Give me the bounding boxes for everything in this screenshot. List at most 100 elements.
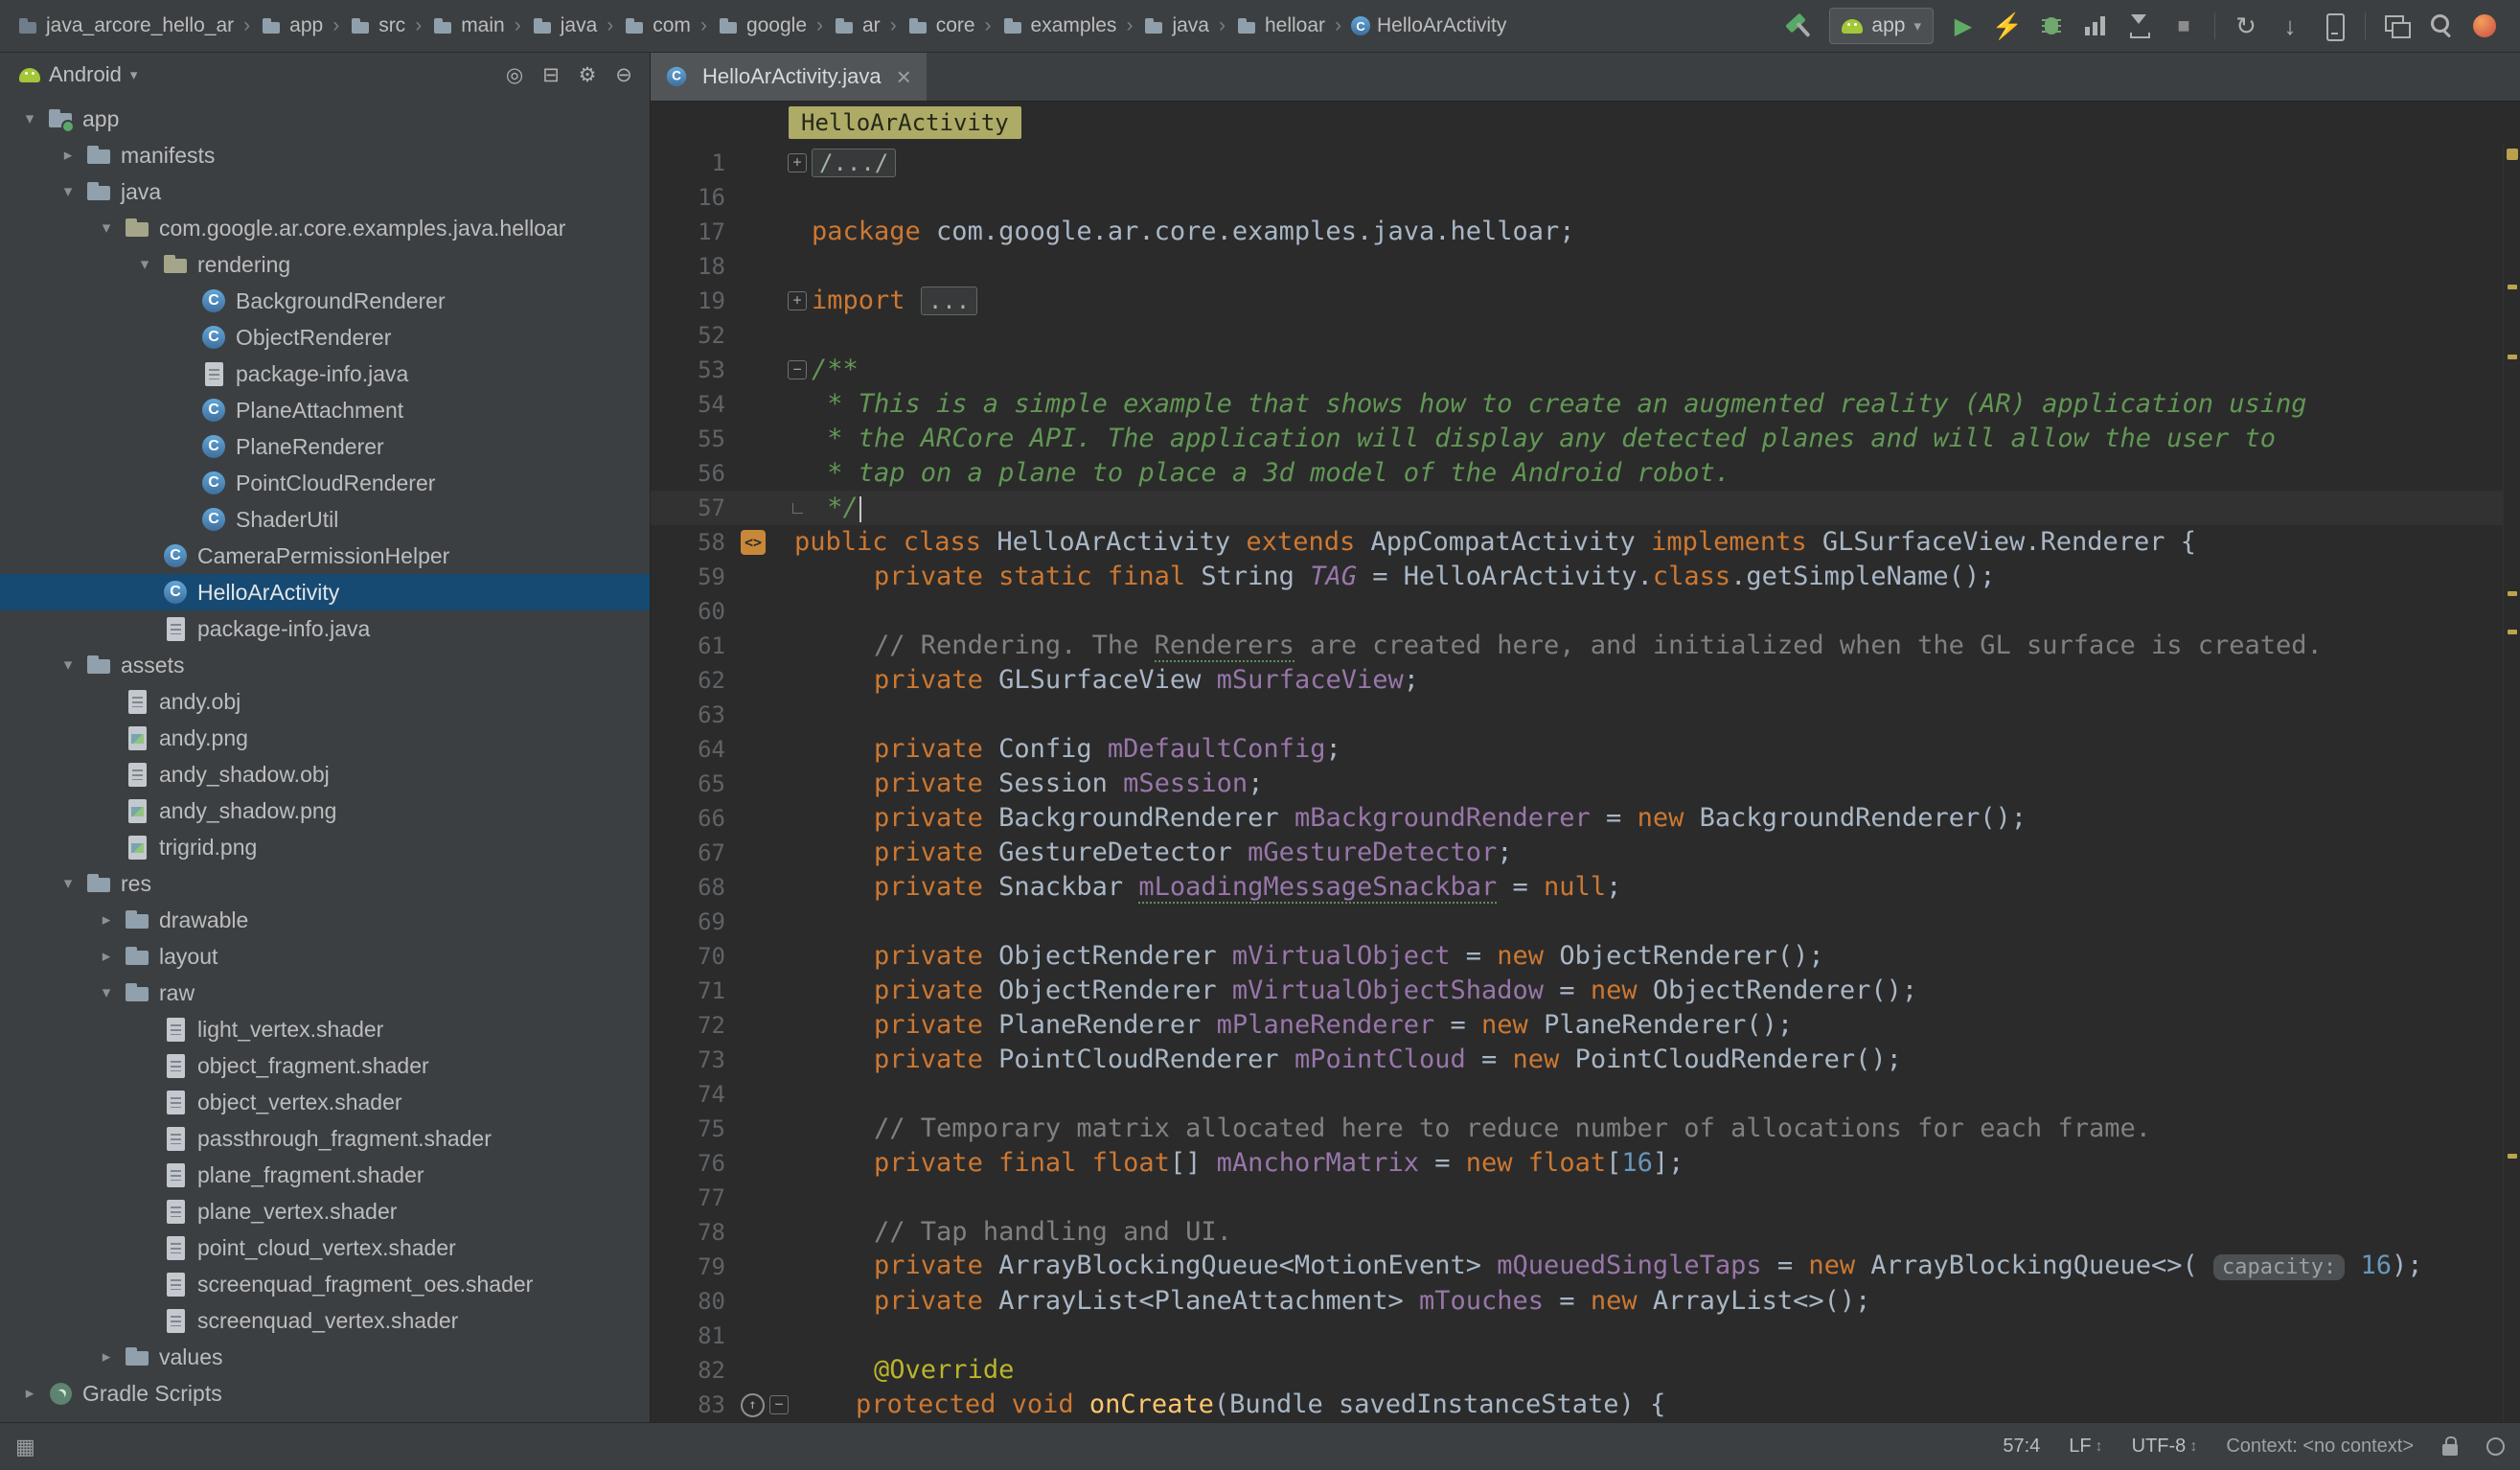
line-number[interactable]: 63	[651, 698, 741, 732]
line-number[interactable]: 74	[651, 1077, 741, 1112]
tree-item-andy.obj[interactable]: andy.obj	[0, 683, 650, 720]
line-number[interactable]: 62	[651, 663, 741, 698]
tree-item-andy_shadow.obj[interactable]: andy_shadow.obj	[0, 756, 650, 792]
tree-item-java[interactable]: ▾java	[0, 173, 650, 210]
breadcrumb-item-src[interactable]: src	[346, 12, 408, 39]
line-number[interactable]: 53	[651, 353, 741, 387]
warning-stripe-mark[interactable]	[2508, 285, 2517, 289]
event-log-icon[interactable]	[2486, 1437, 2505, 1456]
warning-stripe-mark[interactable]	[2508, 591, 2517, 596]
line-number[interactable]: 19	[651, 284, 741, 318]
tree-item-screenquad_vertex.shader[interactable]: screenquad_vertex.shader	[0, 1302, 650, 1339]
sync-icon[interactable]: ↻	[2224, 7, 2268, 45]
line-number[interactable]: 69	[651, 905, 741, 939]
chevron-collapsed-icon[interactable]: ▸	[92, 1347, 121, 1367]
context-widget[interactable]: Context: <no context>	[2226, 1436, 2414, 1458]
line-number[interactable]: 72	[651, 1008, 741, 1043]
tree-item-point_cloud_vertex.shader[interactable]: point_cloud_vertex.shader	[0, 1229, 650, 1266]
settings-gear-icon[interactable]: ⚙	[571, 58, 604, 91]
tree-item-layout[interactable]: ▸layout	[0, 938, 650, 975]
chevron-expanded-icon[interactable]: ▾	[54, 655, 82, 675]
line-number[interactable]: 81	[651, 1319, 741, 1353]
tree-item-res[interactable]: ▾res	[0, 865, 650, 902]
android-component-gutter-icon[interactable]: <>	[741, 530, 766, 555]
line-number[interactable]: 16	[651, 180, 741, 215]
close-icon[interactable]: ×	[897, 62, 911, 92]
chevron-expanded-icon[interactable]: ▾	[130, 255, 159, 274]
line-number[interactable]: 65	[651, 767, 741, 801]
breadcrumb-item-java[interactable]: java	[528, 12, 601, 39]
line-number[interactable]: 54	[651, 387, 741, 422]
tree-item-passthrough_fragment.shader[interactable]: passthrough_fragment.shader	[0, 1120, 650, 1157]
error-stripe[interactable]	[2503, 144, 2520, 1422]
tree-item-ObjectRenderer[interactable]: ObjectRenderer	[0, 319, 650, 356]
tree-item-package-info.java[interactable]: package-info.java	[0, 356, 650, 392]
tree-item-assets[interactable]: ▾assets	[0, 647, 650, 683]
search-icon[interactable]	[2418, 7, 2463, 45]
tree-item-HelloArActivity[interactable]: HelloArActivity	[0, 574, 650, 610]
breadcrumb-item-java[interactable]: java	[1139, 12, 1212, 39]
line-separator-widget[interactable]: LF ↕	[2069, 1436, 2102, 1458]
breadcrumb-item-app[interactable]: app	[257, 12, 326, 39]
line-number[interactable]: 17	[651, 215, 741, 249]
breadcrumb-item-core[interactable]: core	[904, 12, 978, 39]
line-number[interactable]: 83	[651, 1388, 741, 1422]
sdk-manager-icon[interactable]: ↓	[2268, 7, 2312, 45]
breadcrumb-item-java_arcore_hello_ar[interactable]: java_arcore_hello_ar	[13, 12, 237, 39]
line-number[interactable]: 76	[651, 1146, 741, 1181]
fold-marker[interactable]	[783, 503, 812, 514]
line-number[interactable]: 68	[651, 870, 741, 905]
tree-item-ShaderUtil[interactable]: ShaderUtil	[0, 501, 650, 538]
line-number[interactable]: 67	[651, 836, 741, 870]
fold-expand-icon[interactable]: +	[788, 291, 807, 310]
install-icon[interactable]	[2118, 7, 2162, 45]
line-number[interactable]: 55	[651, 422, 741, 456]
run-configuration-select[interactable]: app▾	[1829, 8, 1934, 44]
fold-marker[interactable]: +	[783, 153, 812, 172]
tree-item-PointCloudRenderer[interactable]: PointCloudRenderer	[0, 465, 650, 501]
fold-marker[interactable]: +	[783, 291, 812, 310]
line-number[interactable]: 66	[651, 801, 741, 836]
chevron-expanded-icon[interactable]: ▾	[92, 218, 121, 238]
collapse-all-icon[interactable]: ⊟	[535, 58, 567, 91]
indicator-stripe-mark[interactable]	[2507, 149, 2518, 160]
line-number[interactable]: 60	[651, 594, 741, 629]
line-number[interactable]: 52	[651, 318, 741, 353]
assistant-icon[interactable]	[2463, 7, 2507, 45]
breadcrumb-current-element[interactable]: HelloArActivity	[789, 106, 1021, 139]
tree-item-light_vertex.shader[interactable]: light_vertex.shader	[0, 1011, 650, 1047]
line-number[interactable]: 70	[651, 939, 741, 974]
tree-item-andy.png[interactable]: andy.png	[0, 720, 650, 756]
breadcrumb-item-ar[interactable]: ar	[830, 12, 883, 39]
tree-item-BackgroundRenderer[interactable]: BackgroundRenderer	[0, 283, 650, 319]
avd-manager-icon[interactable]	[2312, 7, 2356, 45]
chevron-expanded-icon[interactable]: ▾	[92, 983, 121, 1002]
chevron-expanded-icon[interactable]: ▾	[15, 109, 44, 128]
chevron-expanded-icon[interactable]: ▾	[54, 182, 82, 201]
encoding-widget[interactable]: UTF-8 ↕	[2132, 1436, 2198, 1458]
tree-item-manifests[interactable]: ▸manifests	[0, 137, 650, 173]
line-number[interactable]: 73	[651, 1043, 741, 1077]
fold-marker[interactable]: −	[765, 1395, 793, 1414]
line-number[interactable]: 61	[651, 629, 741, 663]
line-number[interactable]: 56	[651, 456, 741, 491]
tree-item-Gradle-Scripts[interactable]: ▸Gradle Scripts	[0, 1375, 650, 1412]
line-number[interactable]: 77	[651, 1181, 741, 1215]
tree-item-object_vertex.shader[interactable]: object_vertex.shader	[0, 1084, 650, 1120]
fold-marker[interactable]: −	[783, 360, 812, 379]
breadcrumb-item-HelloArActivity[interactable]: CHelloArActivity	[1348, 12, 1509, 39]
fold-collapse-icon[interactable]: −	[788, 360, 807, 379]
tree-item-app[interactable]: ▾app	[0, 101, 650, 137]
line-number[interactable]: 1	[651, 146, 741, 180]
breadcrumb-item-com[interactable]: com	[620, 12, 694, 39]
tree-item-package-info.java[interactable]: package-info.java	[0, 610, 650, 647]
toolwindow-toggle-icon[interactable]: ▦	[15, 1435, 35, 1459]
breadcrumb-item-main[interactable]: main	[428, 12, 508, 39]
tab-helloaractivity-java[interactable]: HelloArActivity.java ×	[651, 53, 927, 101]
chevron-collapsed-icon[interactable]: ▸	[92, 947, 121, 966]
fold-collapse-icon[interactable]: −	[769, 1395, 789, 1414]
warning-stripe-mark[interactable]	[2508, 355, 2517, 359]
warning-stripe-mark[interactable]	[2508, 1154, 2517, 1159]
line-number[interactable]: 18	[651, 249, 741, 284]
tree-item-PlaneAttachment[interactable]: PlaneAttachment	[0, 392, 650, 428]
